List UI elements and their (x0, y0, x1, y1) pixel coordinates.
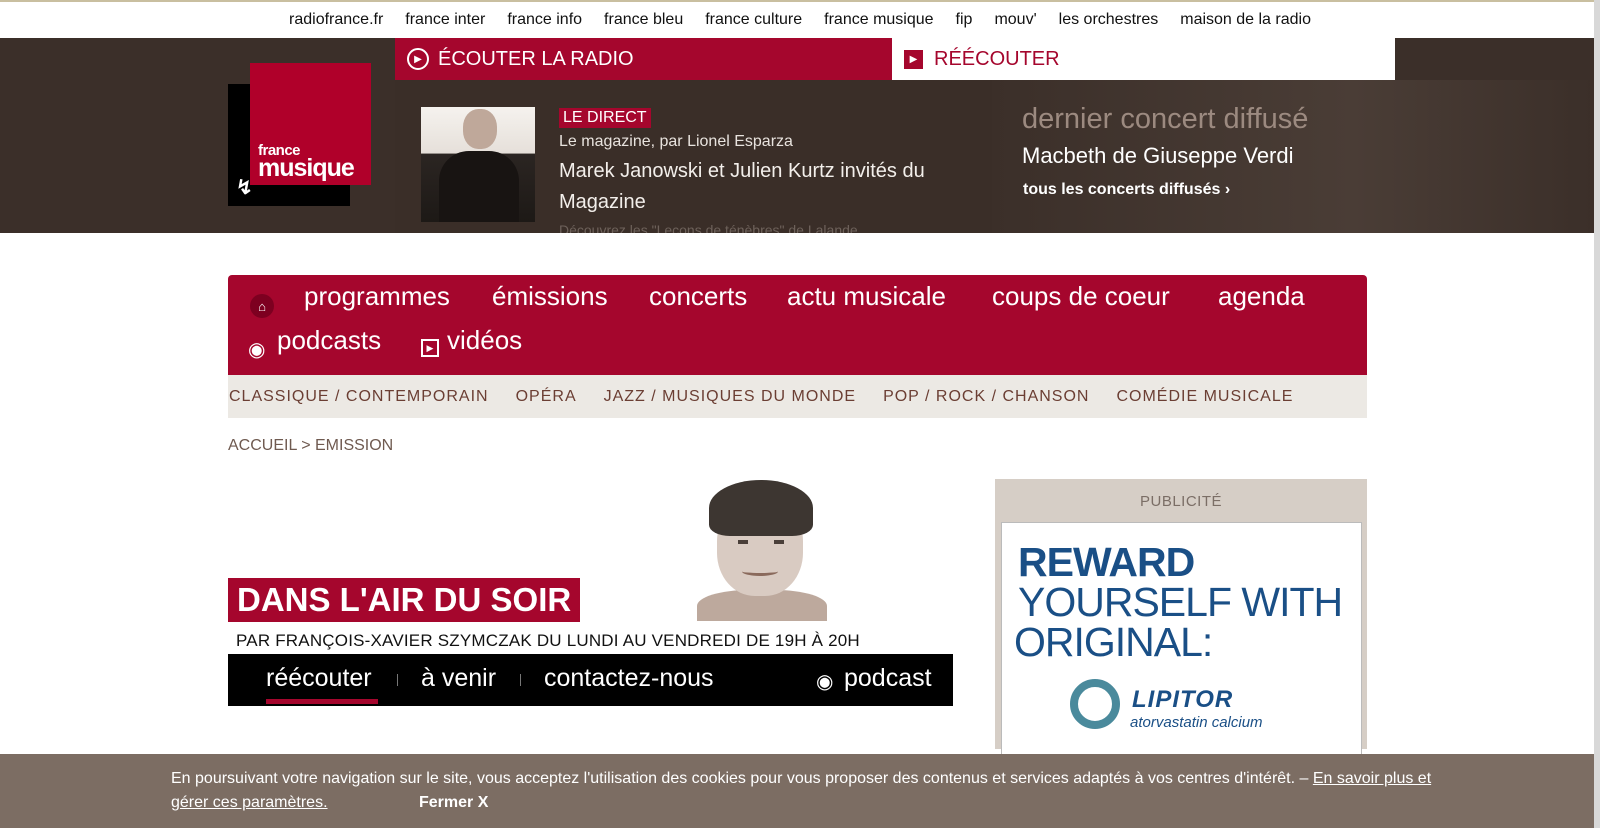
cookie-close-button[interactable]: Fermer X (419, 791, 488, 815)
tab-podcast[interactable]: podcast (844, 664, 932, 693)
genre-bar: CLASSIQUE / CONTEMPORAIN OPÉRA JAZZ / MU… (228, 375, 1367, 418)
genre-pop-rock[interactable]: POP / ROCK / CHANSON (883, 388, 1089, 406)
genre-classique[interactable]: CLASSIQUE / CONTEMPORAIN (229, 388, 489, 406)
tab-replay[interactable]: réécouter (266, 664, 372, 693)
scrollbar-track[interactable] (1594, 0, 1600, 828)
network-link-france-bleu[interactable]: france bleu (604, 11, 683, 29)
tab-separator (520, 674, 521, 686)
breadcrumb-home[interactable]: ACCUEIL (228, 437, 297, 454)
network-bar: radiofrance.fr france inter france info … (0, 0, 1600, 38)
network-link-fip[interactable]: fip (956, 11, 973, 29)
live-next-teaser[interactable]: Découvrez les "Leçons de ténèbres" de La… (559, 222, 858, 233)
nav-emissions[interactable]: émissions (492, 281, 608, 312)
show-meta: PAR FRANÇOIS-XAVIER SZYMCZAK DU LUNDI AU… (236, 631, 860, 650)
nav-podcasts[interactable]: podcasts (277, 325, 381, 356)
ad-brand-subtitle: atorvastatin calcium (1130, 714, 1263, 731)
play-icon: ▶ (904, 49, 923, 69)
network-link-france-inter[interactable]: france inter (405, 11, 485, 29)
show-host-photo (685, 480, 853, 621)
podcast-icon: ◉ (816, 671, 834, 693)
ad-banner[interactable]: REWARD YOURSELF WITH ORIGINAL: LIPITOR a… (1001, 522, 1362, 762)
all-concerts-link[interactable]: tous les concerts diffusés › (1023, 181, 1230, 199)
tab-upcoming[interactable]: à venir (421, 664, 496, 693)
ad-brand-logo-icon (1070, 679, 1120, 729)
podcast-icon: ◉ (248, 339, 266, 361)
show-tabs: réécouter à venir contactez-nous ◉ podca… (228, 654, 953, 706)
nav-actu-musicale[interactable]: actu musicale (787, 281, 946, 312)
network-link-maison-radio[interactable]: maison de la radio (1180, 11, 1311, 29)
show-title: DANS L'AIR DU SOIR (228, 578, 581, 622)
replay-label: RÉÉCOUTER (934, 47, 1060, 70)
page: radiofrance.fr france inter france info … (0, 0, 1600, 828)
cookie-message: En poursuivant votre navigation sur le s… (171, 767, 1461, 815)
breadcrumb-current: EMISSION (315, 437, 394, 454)
live-title[interactable]: Marek Janowski et Julien Kurtz invités d… (559, 156, 979, 218)
nav-coups-de-coeur[interactable]: coups de coeur (992, 281, 1170, 312)
ad-label: PUBLICITÉ (1139, 493, 1223, 510)
genre-jazz[interactable]: JAZZ / MUSIQUES DU MONDE (604, 388, 856, 406)
logo-mark-icon: ↯ (236, 177, 253, 199)
active-tab-indicator (266, 699, 378, 704)
concert-heading: dernier concert diffusé (1022, 103, 1309, 135)
show-host-photo-mouth (742, 567, 778, 576)
concert-name[interactable]: Macbeth de Giuseppe Verdi (1022, 143, 1294, 169)
nav-programmes[interactable]: programmes (304, 281, 450, 312)
network-link-radiofrance[interactable]: radiofrance.fr (289, 11, 383, 29)
network-link-france-musique[interactable]: france musique (824, 11, 933, 29)
host-photo-face (463, 109, 497, 149)
network-link-orchestres[interactable]: les orchestres (1059, 11, 1159, 29)
replay-tab[interactable]: ▶ RÉÉCOUTER (892, 38, 1395, 80)
host-photo (421, 107, 535, 222)
ad-brand-name: LIPITOR (1132, 686, 1234, 713)
live-show-name[interactable]: Le magazine, par Lionel Esparza (559, 133, 793, 151)
nav-agenda[interactable]: agenda (1218, 281, 1305, 312)
audio-play-icon: ▶ (407, 48, 429, 70)
breadcrumb: ACCUEIL > EMISSION (228, 437, 393, 455)
show-host-photo-hair (709, 480, 813, 536)
live-badge: LE DIRECT (559, 108, 651, 128)
show-host-photo-eyes (738, 540, 784, 544)
network-link-france-culture[interactable]: france culture (705, 11, 802, 29)
ad-headline-line3: ORIGINAL: (1014, 619, 1213, 665)
nav-concerts[interactable]: concerts (649, 281, 747, 312)
cookie-banner: En poursuivant votre navigation sur le s… (0, 754, 1594, 828)
advertisement: PUBLICITÉ REWARD YOURSELF WITH ORIGINAL:… (995, 479, 1367, 762)
home-icon[interactable]: ⌂ (250, 294, 274, 318)
genre-opera[interactable]: OPÉRA (516, 388, 577, 406)
tab-separator (397, 674, 398, 686)
listen-radio-label: ÉCOUTER LA RADIO (438, 47, 634, 70)
genre-comedie-musicale[interactable]: COMÉDIE MUSICALE (1116, 388, 1293, 406)
tab-contact[interactable]: contactez-nous (544, 664, 714, 693)
breadcrumb-separator: > (296, 437, 315, 454)
video-play-icon: ▶ (421, 339, 439, 357)
live-panel: LE DIRECT Le magazine, par Lionel Esparz… (395, 80, 992, 233)
listen-radio-tab[interactable]: ▶ ÉCOUTER LA RADIO (395, 38, 892, 80)
host-photo-body (439, 151, 519, 222)
nav-videos[interactable]: vidéos (447, 325, 522, 356)
main-nav: ⌂ programmes émissions concerts actu mus… (228, 275, 1367, 375)
network-link-mouv[interactable]: mouv' (994, 11, 1036, 29)
network-link-france-info[interactable]: france info (507, 11, 582, 29)
logo-text-musique: musique (258, 154, 355, 182)
cookie-text: En poursuivant votre navigation sur le s… (171, 770, 1313, 787)
